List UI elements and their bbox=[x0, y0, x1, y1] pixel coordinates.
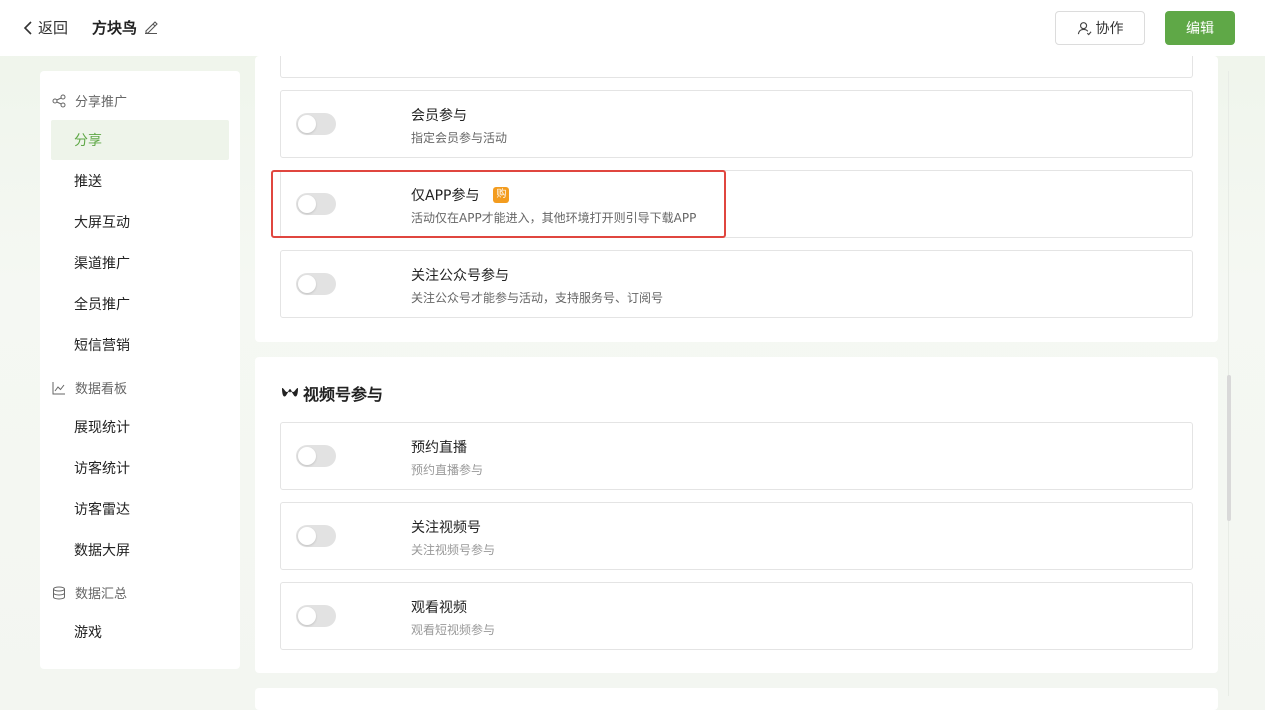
purchase-badge: 购 bbox=[493, 187, 510, 203]
sidebar-item-exposure-stats[interactable]: 展现统计 bbox=[51, 407, 229, 447]
setting-desc: 关注视频号参与 bbox=[411, 543, 496, 557]
back-button[interactable]: 返回 bbox=[22, 17, 68, 38]
back-label: 返回 bbox=[38, 19, 69, 37]
sidebar-item-push[interactable]: 推送 bbox=[51, 161, 229, 201]
sidebar-group-share: 分享推广 bbox=[52, 91, 127, 110]
database-icon bbox=[53, 586, 65, 600]
sidebar-group-label: 数据汇总 bbox=[75, 587, 128, 602]
sidebar-item-channel-promotion[interactable]: 渠道推广 bbox=[51, 243, 229, 283]
sidebar: 分享推广 分享 推送 大屏互动 渠道推广 全员推广 短信营销 数据看板 展现统计… bbox=[40, 71, 240, 669]
setting-title: 关注公众号参与 bbox=[411, 265, 509, 285]
sidebar-group-label: 分享推广 bbox=[75, 95, 128, 110]
edit-title-icon[interactable] bbox=[144, 20, 158, 34]
setting-desc: 关注公众号才能参与活动，支持服务号、订阅号 bbox=[411, 291, 664, 305]
sidebar-group-dashboard: 数据看板 bbox=[52, 378, 127, 397]
video-channel-icon bbox=[282, 388, 298, 397]
sidebar-item-visitor-radar[interactable]: 访客雷达 bbox=[51, 489, 229, 529]
setting-title-text: 预约直播 bbox=[411, 440, 467, 456]
setting-title: 会员参与 bbox=[411, 105, 467, 125]
app-only-toggle[interactable] bbox=[296, 193, 336, 215]
setting-title-text: 会员参与 bbox=[411, 108, 467, 124]
follow-official-toggle[interactable] bbox=[296, 273, 336, 295]
sidebar-item-share[interactable]: 分享 bbox=[51, 120, 229, 160]
page-title: 方块鸟 bbox=[92, 19, 138, 37]
setting-title-text: 关注公众号参与 bbox=[411, 268, 509, 284]
live-reservation-toggle[interactable] bbox=[296, 445, 336, 467]
video-section-label: 视频号参与 bbox=[303, 385, 384, 404]
setting-card-follow-channel: 关注视频号 关注视频号参与 bbox=[280, 502, 1193, 570]
collaborate-label: 协作 bbox=[1095, 21, 1124, 37]
user-icon bbox=[1077, 21, 1091, 35]
video-section-title: 视频号参与 bbox=[281, 381, 383, 405]
setting-title: 仅APP参与 购 bbox=[411, 185, 510, 205]
setting-title-text: 关注视频号 bbox=[411, 520, 481, 536]
setting-desc: 指定会员参与活动 bbox=[411, 131, 508, 145]
setting-card-watch-video: 观看视频 观看短视频参与 bbox=[280, 582, 1193, 650]
setting-card-follow-official: 关注公众号参与 关注公众号才能参与活动，支持服务号、订阅号 bbox=[280, 250, 1193, 318]
follow-channel-toggle[interactable] bbox=[296, 525, 336, 547]
setting-title-text: 观看视频 bbox=[411, 600, 467, 616]
setting-card-app-only: 仅APP参与 购 活动仅在APP才能进入，其他环境打开则引导下载APP bbox=[280, 170, 1193, 238]
top-bar: 返回 方块鸟 协作 编辑 bbox=[0, 0, 1265, 56]
next-section-panel bbox=[255, 688, 1218, 710]
setting-title: 关注视频号 bbox=[411, 517, 481, 537]
member-toggle[interactable] bbox=[296, 113, 336, 135]
sidebar-group-label: 数据看板 bbox=[75, 382, 128, 397]
setting-card-member: 会员参与 指定会员参与活动 bbox=[280, 90, 1193, 158]
edit-button[interactable]: 编辑 bbox=[1165, 11, 1235, 45]
watch-video-toggle[interactable] bbox=[296, 605, 336, 627]
chevron-left-icon bbox=[23, 20, 32, 35]
setting-title: 观看视频 bbox=[411, 597, 467, 617]
sidebar-item-sms-marketing[interactable]: 短信营销 bbox=[51, 325, 229, 365]
setting-title: 预约直播 bbox=[411, 437, 467, 457]
setting-desc: 观看短视频参与 bbox=[411, 623, 496, 637]
share-icon bbox=[52, 94, 66, 107]
sidebar-item-visitor-stats[interactable]: 访客统计 bbox=[51, 448, 229, 488]
scrollbar-thumb[interactable] bbox=[1227, 375, 1231, 521]
setting-card-live-reservation: 预约直播 预约直播参与 bbox=[280, 422, 1193, 490]
sidebar-item-screen-interaction[interactable]: 大屏互动 bbox=[51, 202, 229, 242]
sidebar-item-data-screen[interactable]: 数据大屏 bbox=[51, 530, 229, 570]
collaborate-button[interactable]: 协作 bbox=[1055, 11, 1145, 45]
sidebar-item-staff-promotion[interactable]: 全员推广 bbox=[51, 284, 229, 324]
sidebar-group-summary: 数据汇总 bbox=[52, 583, 127, 602]
setting-desc: 活动仅在APP才能进入，其他环境打开则引导下载APP bbox=[411, 211, 697, 225]
setting-title-text: 仅APP参与 bbox=[411, 188, 480, 204]
chart-line-icon bbox=[52, 381, 65, 394]
setting-desc: 预约直播参与 bbox=[411, 463, 484, 477]
previous-card-edge bbox=[280, 56, 1193, 78]
sidebar-item-game[interactable]: 游戏 bbox=[51, 612, 229, 652]
